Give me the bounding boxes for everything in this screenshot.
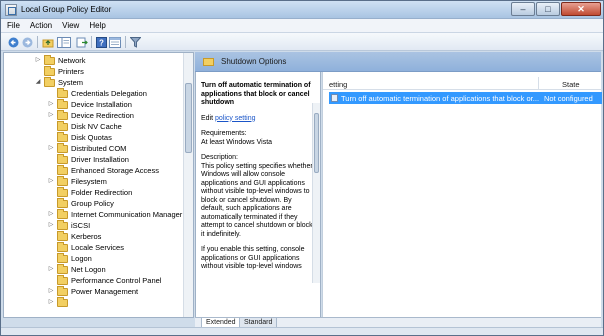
- setting-state: Not configured: [544, 94, 593, 103]
- folder-icon: [57, 121, 68, 131]
- folder-icon: [57, 275, 68, 285]
- folder-icon: [57, 231, 68, 241]
- menu-bar: File Action View Help: [1, 19, 603, 33]
- folder-icon: [57, 143, 68, 153]
- expand-arrow-icon[interactable]: ▷: [48, 101, 54, 108]
- menu-action[interactable]: Action: [30, 21, 52, 30]
- toolbar-separator: [37, 36, 38, 48]
- expand-arrow-icon[interactable]: ▷: [48, 288, 54, 295]
- folder-icon: [57, 154, 68, 164]
- folder-icon: [57, 88, 68, 98]
- folder-icon: [57, 242, 68, 252]
- toolbar: ?: [1, 33, 603, 51]
- menu-help[interactable]: Help: [89, 21, 105, 30]
- description-label: Description:: [201, 154, 238, 161]
- requirements-value: At least Windows Vista: [201, 138, 273, 146]
- folder-icon: [57, 253, 68, 263]
- menu-view[interactable]: View: [62, 21, 79, 30]
- view-tabs: Extended Standard: [195, 317, 601, 328]
- folder-icon: [57, 132, 68, 142]
- app-window: Local Group Policy Editor – □ ✕ File Act…: [0, 0, 604, 336]
- filter-icon[interactable]: [129, 36, 141, 48]
- pane-header: Shutdown Options: [195, 52, 601, 72]
- description-pane: Turn off automatic termination of applic…: [195, 52, 321, 318]
- group-policy-app-icon: [5, 4, 17, 16]
- expand-arrow-icon[interactable]: ▷: [35, 57, 41, 64]
- description-scrollbar[interactable]: [312, 103, 320, 283]
- requirements-label: Requirements:: [201, 130, 247, 137]
- folder-icon: [57, 264, 68, 274]
- toolbar-separator: [91, 36, 92, 48]
- window-title: Local Group Policy Editor: [21, 5, 112, 14]
- folder-icon: [57, 165, 68, 175]
- console-tree[interactable]: ▷ Network Printers ◢ System Credentials …: [3, 52, 194, 318]
- properties-icon[interactable]: [109, 36, 121, 48]
- folder-icon: [203, 58, 214, 66]
- policy-setting-link[interactable]: policy setting: [215, 115, 255, 122]
- setting-row[interactable]: Turn off automatic termination of applic…: [329, 92, 602, 104]
- edit-line: Edit policy setting: [201, 115, 313, 124]
- expand-arrow-icon[interactable]: ▷: [48, 112, 54, 119]
- folder-icon: [57, 198, 68, 208]
- expand-arrow-icon[interactable]: ▷: [48, 266, 54, 273]
- expand-arrow-icon[interactable]: ▷: [48, 145, 54, 152]
- minimize-button[interactable]: –: [511, 2, 535, 16]
- column-state[interactable]: State: [562, 80, 580, 89]
- folder-icon: [44, 66, 55, 76]
- back-arrow-icon[interactable]: [7, 36, 19, 48]
- close-button[interactable]: ✕: [561, 2, 601, 16]
- column-setting[interactable]: etting: [329, 80, 347, 89]
- expand-arrow-icon[interactable]: ▷: [48, 178, 54, 185]
- pane-header-title: Shutdown Options: [221, 57, 287, 66]
- list-column-header: etting State: [323, 77, 602, 90]
- collapse-arrow-icon[interactable]: ◢: [35, 79, 41, 86]
- svg-text:?: ?: [99, 38, 104, 47]
- folder-icon: [57, 286, 68, 296]
- settings-list[interactable]: etting State Turn off automatic terminat…: [322, 72, 602, 318]
- description-text: This policy setting specifies whether Wi…: [201, 162, 313, 238]
- policy-setting-icon: [331, 94, 338, 102]
- folder-open-icon: [44, 77, 55, 87]
- export-list-icon[interactable]: [76, 36, 88, 48]
- title-bar[interactable]: Local Group Policy Editor – □ ✕: [1, 1, 603, 19]
- folder-icon: [57, 110, 68, 120]
- show-hide-tree-icon[interactable]: [57, 36, 71, 48]
- expand-arrow-icon[interactable]: ▷: [48, 299, 54, 306]
- maximize-button[interactable]: □: [536, 2, 560, 16]
- folder-icon: [57, 297, 68, 307]
- forward-arrow-icon[interactable]: [21, 36, 33, 48]
- description-more-text: If you enable this setting, console appl…: [201, 246, 305, 270]
- policy-title: Turn off automatic termination of applic…: [201, 82, 311, 106]
- column-divider[interactable]: [538, 77, 539, 90]
- window-controls: – □ ✕: [510, 2, 601, 16]
- help-icon[interactable]: ?: [95, 36, 107, 48]
- status-bar: [1, 327, 603, 335]
- edit-prefix: Edit: [201, 114, 214, 122]
- description-content: Turn off automatic termination of applic…: [201, 82, 313, 279]
- folder-icon: [57, 220, 68, 230]
- toolbar-separator: [125, 36, 126, 48]
- menu-file[interactable]: File: [7, 21, 20, 30]
- folder-icon: [57, 99, 68, 109]
- expand-arrow-icon[interactable]: ▷: [48, 211, 54, 218]
- folder-icon: [57, 209, 68, 219]
- description-scrollbar-thumb[interactable]: [314, 113, 319, 173]
- folder-icon: [57, 187, 68, 197]
- expand-arrow-icon[interactable]: ▷: [48, 222, 54, 229]
- folder-icon: [57, 176, 68, 186]
- tree-scrollbar-thumb[interactable]: [185, 83, 192, 153]
- setting-name: Turn off automatic termination of applic…: [341, 94, 540, 103]
- up-folder-icon[interactable]: [42, 36, 54, 48]
- folder-icon: [44, 55, 55, 65]
- tree-scrollbar[interactable]: [183, 53, 193, 317]
